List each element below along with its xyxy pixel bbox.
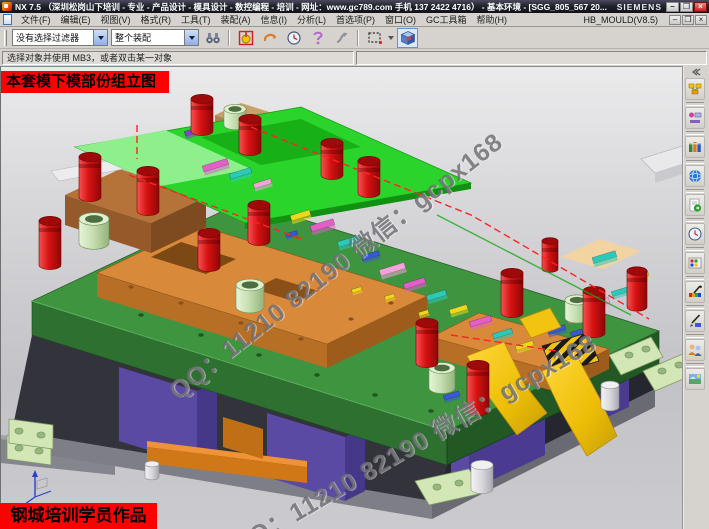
chevron-down-icon[interactable] [184,30,198,45]
selection-scope-value: 整个装配 [115,31,184,44]
siemens-brand: SIEMENS [617,2,662,12]
roles-tab[interactable] [685,339,705,361]
mdi-restore-button[interactable]: ❐ [682,15,694,25]
menu-item-10[interactable]: 窗口(O) [380,12,421,27]
menu-item-12[interactable]: 帮助(H) [472,12,513,27]
toolbar-grip[interactable] [4,30,7,46]
selection-filter-value: 没有选择过滤器 [16,31,93,44]
menu-item-2[interactable]: 编辑(E) [56,12,96,27]
window-close-button[interactable]: × [694,2,707,12]
part-navigator-tab[interactable] [685,136,705,158]
menu-bar-items: 文件(F)编辑(E)视图(V)格式(R)工具(T)装配(A)信息(I)分析(L)… [16,12,512,27]
menu-item-1[interactable]: 文件(F) [16,12,56,27]
materials-tab[interactable] [685,281,705,303]
part-file-icon [3,14,12,25]
mdi-close-button[interactable]: × [695,15,707,25]
graphics-viewport[interactable]: 本套模下模部份组立图 QQ：11210 82190 微信：gcpx168 QQ：… [0,66,682,529]
menu-item-7[interactable]: 信息(I) [256,12,293,27]
menu-item-4[interactable]: 格式(R) [136,12,177,27]
palettes-tab[interactable] [685,252,705,274]
help-arrow-icon[interactable] [307,28,328,48]
selection-filter-combo[interactable]: 没有选择过滤器 [12,29,108,46]
assembly-navigator-tab[interactable] [685,78,705,100]
chevron-down-icon[interactable] [388,36,394,40]
history-tab[interactable] [685,223,705,245]
menu-bar: 文件(F)编辑(E)视图(V)格式(R)工具(T)装配(A)信息(I)分析(L)… [0,13,709,27]
window-title: NX 7.5 （深圳松岗山下培训 - 专业 - 产品设计 - 模具设计 - 数控… [15,1,607,13]
view-cube-icon[interactable] [397,28,418,48]
mold-assembly-model[interactable] [1,67,682,529]
nx-logo-icon [2,2,12,11]
window-minimize-button[interactable]: – [666,2,679,12]
prompt-message: 选择对象并使用 MB3，或者双击某一对象 [2,51,354,65]
selection-scope-combo[interactable]: 整个装配 [111,29,199,46]
menu-item-11[interactable]: GC工具箱 [421,12,472,27]
assembly-title-banner: 本套模下模部份组立图 [1,71,169,93]
wcs-triad[interactable] [25,470,51,504]
resource-bar [682,66,705,529]
motion-arrow-icon[interactable] [331,28,352,48]
snap-point-icon[interactable] [235,28,256,48]
menu-item-8[interactable]: 分析(L) [292,12,331,27]
history-clock-icon[interactable] [283,28,304,48]
nx-application-window: NX 7.5 （深圳松岗山下培训 - 专业 - 产品设计 - 模具设计 - 数控… [0,0,709,529]
menu-item-hb-mould[interactable]: HB_MOULD(V8.5) [578,14,663,26]
selection-toolbar: 没有选择过滤器 整个装配 [0,27,709,49]
scene-background-tab[interactable] [685,368,705,390]
window-maximize-button[interactable]: ❐ [680,2,693,12]
internet-browser-tab[interactable] [685,165,705,187]
chevron-down-icon[interactable] [93,30,107,45]
menu-item-5[interactable]: 工具(T) [176,12,216,27]
menu-item-9[interactable]: 首选项(P) [331,12,380,27]
training-credit-banner: 钢城培训学员作品 [0,503,157,529]
menu-item-3[interactable]: 视图(V) [96,12,136,27]
menu-item-6[interactable]: 装配(A) [216,12,256,27]
visualization-tab[interactable] [685,310,705,332]
rectangle-select-icon[interactable] [364,28,385,48]
prompt-bar: 选择对象并使用 MB3，或者双击某一对象 [0,49,709,66]
knowledge-fusion-tab[interactable] [685,194,705,216]
collapse-chevron-icon[interactable] [686,67,704,77]
status-cell [356,51,708,65]
undo-icon[interactable] [259,28,280,48]
constraint-navigator-tab[interactable] [685,107,705,129]
mdi-minimize-button[interactable]: – [669,15,681,25]
find-icon[interactable] [202,28,223,48]
